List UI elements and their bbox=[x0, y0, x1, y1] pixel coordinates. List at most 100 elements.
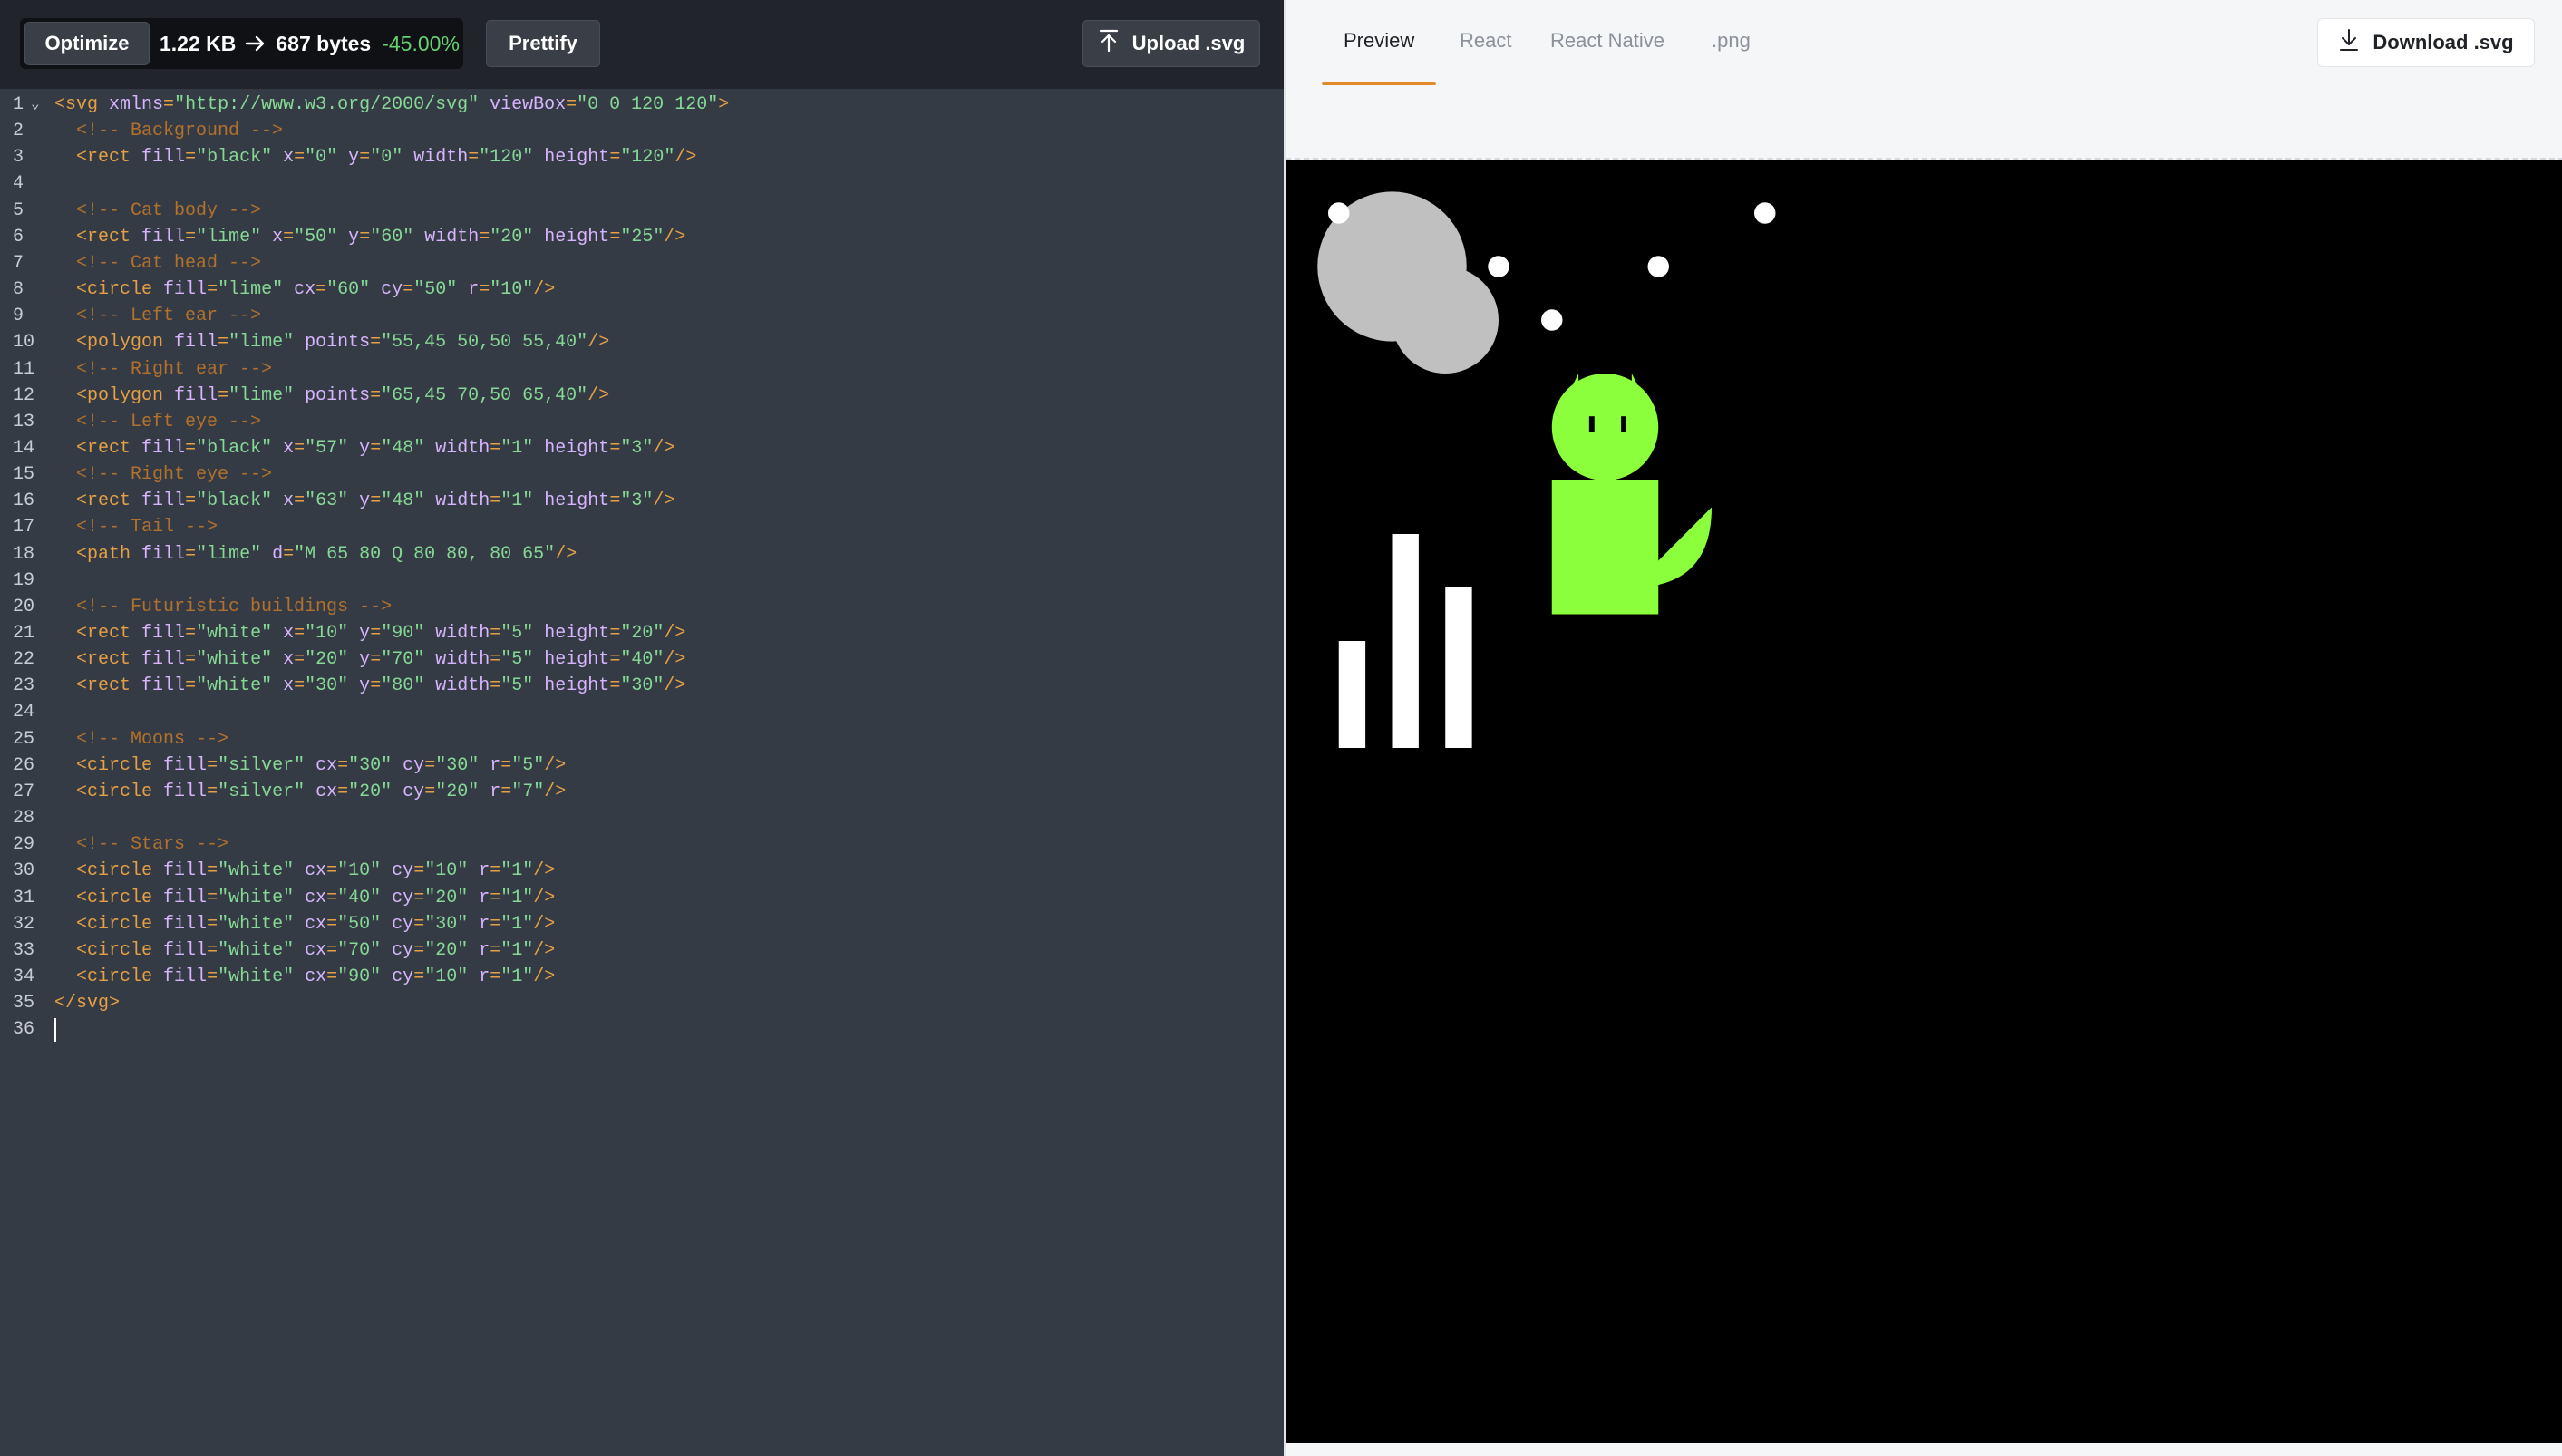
app: Optimize 1.22 KB 687 bytes -45.00% Prett… bbox=[0, 0, 2562, 1456]
svg-preview-canvas bbox=[1286, 160, 2562, 1443]
upload-button[interactable]: Upload .svg bbox=[1082, 20, 1260, 67]
code-text: <rect fill="black" x="57" y="48" width="… bbox=[76, 437, 675, 459]
code-text: <circle fill="white" cx="40" cy="20" r="… bbox=[76, 887, 556, 908]
code-text: </svg> bbox=[54, 993, 121, 1014]
code-text: <!-- Left ear --> bbox=[76, 306, 262, 327]
code-text: <rect fill="black" x="63" y="48" width="… bbox=[76, 490, 675, 512]
tab-react-native[interactable]: React Native bbox=[1550, 29, 1664, 53]
cat-head bbox=[1551, 374, 1659, 480]
line-number: 29 bbox=[13, 834, 35, 856]
line-number: 14 bbox=[13, 437, 35, 459]
line-number: 13 bbox=[13, 411, 35, 432]
code-editor[interactable]: 1 ⌄ <svg xmlns="http://www.w3.org/2000/svg… bbox=[0, 89, 1284, 1456]
preview-pane: Preview React React Native .png Download… bbox=[1284, 0, 2562, 1456]
code-text: <circle fill="silver" cx="30" cy="30" r=… bbox=[76, 754, 567, 776]
text-caret bbox=[54, 1018, 56, 1043]
line-number: 31 bbox=[13, 887, 35, 908]
code-text: <circle fill="white" cx="70" cy="20" r="… bbox=[76, 939, 556, 961]
code-text: <polygon fill="lime" points="65,45 70,50… bbox=[76, 384, 610, 406]
building bbox=[1392, 534, 1419, 748]
star bbox=[1754, 202, 1776, 224]
line-number: 19 bbox=[13, 569, 35, 591]
line-number: 7 bbox=[13, 252, 24, 274]
line-number: 8 bbox=[13, 279, 24, 301]
line-number: 15 bbox=[13, 464, 35, 486]
size-change-badge: -45.00% bbox=[382, 31, 460, 55]
code-text: <polygon fill="lime" points="55,45 50,50… bbox=[76, 332, 610, 354]
line-number: 11 bbox=[13, 358, 35, 380]
line-number: 3 bbox=[13, 147, 24, 169]
line-number: 33 bbox=[13, 939, 35, 961]
line-number: 2 bbox=[13, 121, 24, 142]
download-icon bbox=[2338, 28, 2360, 57]
prettify-button[interactable]: Prettify bbox=[486, 20, 600, 67]
line-number: 5 bbox=[13, 199, 24, 221]
code-text: <rect fill="white" x="30" y="80" width="… bbox=[76, 675, 686, 697]
line-number: 32 bbox=[13, 913, 35, 935]
star bbox=[1328, 202, 1350, 224]
editor-pane: Optimize 1.22 KB 687 bytes -45.00% Prett… bbox=[0, 0, 1284, 1456]
active-tab-indicator bbox=[1322, 82, 1436, 85]
code-text: <!-- Right eye --> bbox=[76, 464, 273, 486]
code-text: <!-- Tail --> bbox=[76, 517, 218, 539]
line-number: 16 bbox=[13, 490, 35, 512]
star bbox=[1541, 309, 1563, 331]
code-text: <circle fill="white" cx="10" cy="10" r="… bbox=[76, 860, 556, 882]
code-text: <rect fill="lime" x="50" y="60" width="2… bbox=[76, 226, 686, 248]
rendered-svg bbox=[1286, 160, 2562, 1443]
tab-preview[interactable]: Preview bbox=[1344, 29, 1414, 53]
line-number: 28 bbox=[13, 808, 35, 830]
optimize-group: Optimize 1.22 KB 687 bytes -45.00% bbox=[20, 18, 463, 69]
cat-right-eye bbox=[1621, 416, 1626, 432]
line-number: 17 bbox=[13, 517, 35, 539]
preview-tabs: Preview React React Native .png Download… bbox=[1286, 0, 2562, 87]
code-text: <svg xmlns="http://www.w3.org/2000/svg" … bbox=[54, 94, 730, 115]
code-text: <circle fill="silver" cx="20" cy="20" r=… bbox=[76, 781, 567, 802]
code-text: <!-- Cat head --> bbox=[76, 252, 262, 274]
line-number: 4 bbox=[13, 173, 24, 195]
arrow-right-icon bbox=[245, 34, 267, 53]
building bbox=[1338, 641, 1366, 748]
line-number: 30 bbox=[13, 860, 35, 882]
line-number: 34 bbox=[13, 966, 35, 987]
line-number: 21 bbox=[13, 623, 35, 644]
code-text: <circle fill="white" cx="50" cy="30" r="… bbox=[76, 913, 556, 935]
line-number: 12 bbox=[13, 384, 35, 406]
editor-toolbar: Optimize 1.22 KB 687 bytes -45.00% Prett… bbox=[0, 0, 1284, 89]
download-label: Download .svg bbox=[2373, 31, 2514, 53]
chevron-down-icon[interactable]: ⌄ bbox=[31, 92, 40, 118]
tab-png[interactable]: .png bbox=[1712, 29, 1751, 53]
line-number: 9 bbox=[13, 306, 24, 327]
line-number: 27 bbox=[13, 781, 35, 802]
optimize-button[interactable]: Optimize bbox=[24, 22, 150, 65]
moon-small bbox=[1392, 267, 1499, 374]
upload-label: Upload .svg bbox=[1131, 32, 1246, 54]
code-text: <!-- Background --> bbox=[76, 121, 284, 142]
line-number: 23 bbox=[13, 675, 35, 697]
code-text: <circle fill="white" cx="90" cy="10" r="… bbox=[76, 966, 556, 987]
code-text: <!-- Moons --> bbox=[76, 728, 229, 750]
line-number: 6 bbox=[13, 226, 24, 248]
star bbox=[1647, 256, 1669, 277]
cat-left-eye bbox=[1588, 416, 1595, 432]
code-text: <path fill="lime" d="M 65 80 Q 80 80, 80… bbox=[76, 543, 577, 565]
line-number: 26 bbox=[13, 754, 35, 776]
code-text: <!-- Left eye --> bbox=[76, 411, 262, 432]
line-number: 36 bbox=[13, 1019, 35, 1041]
code-text: <!-- Cat body --> bbox=[76, 199, 262, 221]
download-button[interactable]: Download .svg bbox=[2317, 18, 2535, 67]
line-number: 18 bbox=[13, 543, 35, 565]
line-number: 22 bbox=[13, 649, 35, 671]
size-after: 687 bytes bbox=[276, 31, 372, 55]
code-text: <!-- Futuristic buildings --> bbox=[76, 596, 393, 617]
code-text: <rect fill="white" x="10" y="90" width="… bbox=[76, 623, 686, 644]
code-text: <rect fill="black" x="0" y="0" width="12… bbox=[76, 147, 697, 169]
size-info: 1.22 KB 687 bytes -45.00% bbox=[160, 18, 460, 69]
line-number: 10 bbox=[13, 332, 35, 354]
tab-react[interactable]: React bbox=[1460, 29, 1511, 53]
code-text: <!-- Right ear --> bbox=[76, 358, 273, 380]
size-before: 1.22 KB bbox=[160, 31, 237, 55]
line-number: 25 bbox=[13, 728, 35, 750]
line-number: 24 bbox=[13, 702, 35, 723]
line-number: 20 bbox=[13, 596, 35, 617]
